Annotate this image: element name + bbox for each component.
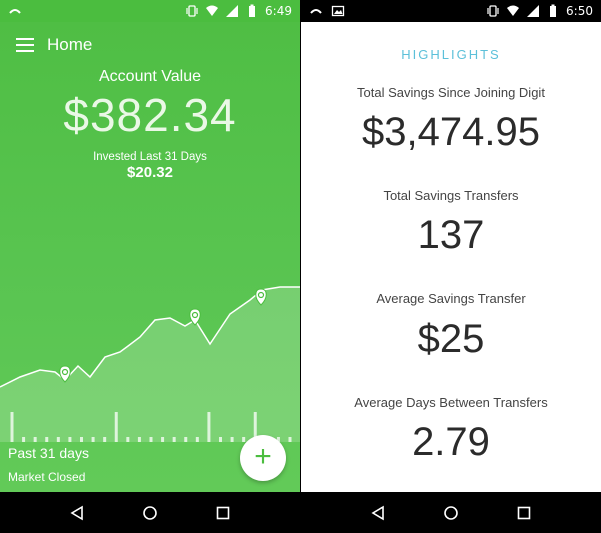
- home-icon: [444, 505, 458, 520]
- app-bar: Home: [0, 32, 300, 58]
- highlights-panel: HIGHLIGHTS Total Savings Since Joining D…: [301, 22, 601, 492]
- day-tick: [137, 437, 141, 442]
- nav-bar: [0, 492, 300, 533]
- status-time: 6:49: [265, 4, 292, 18]
- day-tick: [114, 412, 118, 442]
- battery-icon: [249, 4, 256, 17]
- highlights-title: HIGHLIGHTS: [401, 47, 501, 62]
- day-tick: [68, 437, 72, 442]
- stat-value: 2.79: [412, 420, 490, 464]
- menu-icon[interactable]: [16, 38, 34, 52]
- stat-value: $3,474.95: [362, 110, 540, 154]
- recents-icon: [518, 506, 531, 519]
- back-icon: [371, 505, 384, 520]
- notification-icon: [310, 9, 322, 14]
- back-button[interactable]: [62, 498, 92, 528]
- home-button[interactable]: [436, 498, 466, 528]
- day-tick: [149, 437, 153, 442]
- status-time: 6:50: [566, 4, 593, 18]
- day-tick: [288, 437, 292, 442]
- add-button[interactable]: +: [240, 435, 286, 481]
- day-tick: [33, 437, 37, 442]
- day-tick: [22, 437, 26, 442]
- day-tick: [10, 412, 14, 442]
- status-bar: 6:49: [0, 0, 300, 22]
- back-button[interactable]: [363, 498, 393, 528]
- recents-icon: [217, 506, 230, 519]
- image-icon: [331, 5, 345, 17]
- wifi-icon: [206, 5, 219, 16]
- recents-button[interactable]: [208, 498, 238, 528]
- home-screen: 6:49 Home Account Value $382.34 Invested…: [0, 0, 300, 533]
- notification-icon: [9, 9, 21, 14]
- nav-bar: [301, 492, 601, 533]
- back-icon: [70, 505, 83, 520]
- invested-value: $20.32: [127, 164, 173, 181]
- battery-icon: [550, 4, 557, 17]
- invested-label: Invested Last 31 Days: [93, 151, 207, 163]
- day-tick: [207, 412, 211, 442]
- wifi-icon: [507, 5, 520, 16]
- stat-value: $25: [417, 317, 485, 361]
- period-label: Past 31 days: [8, 445, 89, 461]
- recents-button[interactable]: [509, 498, 539, 528]
- vibrate-icon: [487, 5, 499, 17]
- day-tick: [91, 437, 95, 442]
- account-panel: Home Account Value $382.34 Invested Last…: [0, 22, 300, 492]
- day-tick: [45, 437, 49, 442]
- stat-value: 137: [417, 213, 485, 257]
- market-status: Market Closed: [8, 470, 86, 484]
- account-value-label: Account Value: [99, 68, 201, 85]
- stat-label: Total Savings Transfers: [383, 188, 519, 203]
- plus-icon: +: [254, 440, 272, 473]
- day-tick: [184, 437, 188, 442]
- home-button[interactable]: [135, 498, 165, 528]
- day-tick: [103, 437, 107, 442]
- day-tick: [219, 437, 222, 442]
- day-tick: [195, 437, 199, 442]
- stat-label: Average Days Between Transfers: [354, 395, 548, 410]
- signal-icon: [527, 5, 540, 17]
- day-tick: [126, 437, 130, 442]
- day-tick: [56, 437, 60, 442]
- day-tick: [172, 437, 176, 442]
- status-bar: 6:50: [301, 0, 601, 22]
- day-tick: [161, 437, 165, 442]
- page-title: Home: [47, 35, 93, 54]
- stat-label: Total Savings Since Joining Digit: [357, 85, 545, 100]
- day-tick: [80, 437, 83, 442]
- stat-label: Average Savings Transfer: [376, 291, 526, 306]
- account-chart: [0, 286, 300, 442]
- day-tick: [230, 437, 234, 442]
- vibrate-icon: [186, 5, 198, 17]
- highlights-screen: 6:50 HIGHLIGHTS Total Savings Since Join…: [301, 0, 601, 533]
- home-icon: [143, 505, 157, 520]
- account-value: $382.34: [63, 89, 237, 141]
- signal-icon: [226, 5, 239, 17]
